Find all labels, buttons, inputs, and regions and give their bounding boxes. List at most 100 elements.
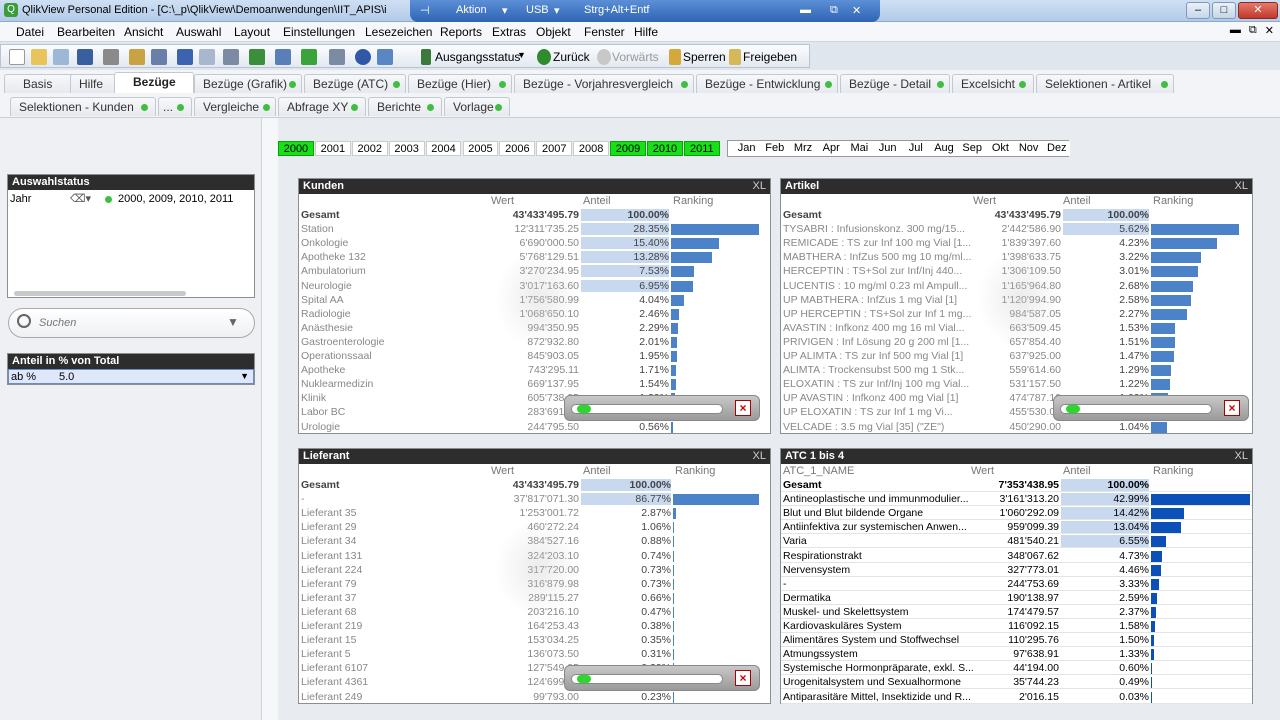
tab-bezuege-detail[interactable]: Bezüge - Detail [840,74,950,93]
table-row[interactable]: Respirationstrakt 348'067.62 4.73% [781,549,1252,563]
export-excel-icon[interactable]: XL [753,450,766,462]
lock-button[interactable]: Sperren [683,50,726,64]
table-row[interactable]: Urogenitalsystem und Sexualhormone 35'744… [781,675,1252,690]
export-excel-icon[interactable]: XL [1235,450,1248,462]
vm-close-icon[interactable]: ✕ [852,4,861,17]
kunden-col-ranking[interactable]: Ranking [673,195,713,208]
table-row[interactable]: Muskel- und Skelettsystem 174'479.57 2.37% [781,605,1252,619]
save-icon[interactable] [77,49,93,65]
vm-ctrl-alt-del-button[interactable]: Strg+Alt+Entf [584,4,649,16]
cancel-calculation-icon[interactable]: × [1224,400,1240,416]
menu-objekt[interactable]: Objekt [536,25,571,39]
tab-bezuege-atc[interactable]: Bezüge (ATC) [304,74,406,93]
eraser-icon[interactable]: ⌫▾ [70,192,91,205]
vm-restore-icon[interactable]: ⧉ [830,4,838,17]
tab-abfrage-xy[interactable]: Abfrage XY [278,97,366,116]
month-mrz[interactable]: Mrz [789,141,817,156]
table-row[interactable]: Antineoplastische und immunmodulier... 3'… [781,492,1252,507]
search-input[interactable] [39,315,219,331]
table-row[interactable]: UP ALIMTA : TS zur Inf 500 mg Vial [1] 63… [781,349,1252,363]
redo-icon[interactable] [199,49,215,65]
lieferant-col-anteil[interactable]: Anteil [583,465,611,478]
atc-col-ranking[interactable]: Ranking [1153,465,1193,478]
tab-bezuege[interactable]: Bezüge [114,72,194,93]
vm-aktion-menu[interactable]: Aktion [456,4,487,16]
edit-icon[interactable] [129,49,145,65]
kunden-col-anteil[interactable]: Anteil [583,195,611,208]
export-excel-icon[interactable]: XL [1235,180,1248,192]
menu-fenster[interactable]: Fenster [584,25,625,39]
ausgangsstatus-chevron-icon[interactable]: ▼ [517,50,526,60]
close-button[interactable]: ✕ [1238,2,1278,19]
tab-vergleiche[interactable]: Vergleiche [194,97,276,116]
table-row[interactable]: Alimentäres System und Stoffwechsel 110'2… [781,633,1252,648]
print-icon[interactable] [103,49,119,65]
ausgangsstatus-button[interactable]: Ausgangsstatus [435,50,520,64]
month-aug[interactable]: Aug [930,141,958,156]
forward-button[interactable]: Vorwärts [612,50,659,64]
context-help-icon[interactable] [377,49,393,65]
table-row[interactable]: ELOXATIN : TS zur Inf/Inj 100 mg Vial...… [781,377,1252,391]
atc-col-name[interactable]: ATC_1_NAME [783,465,854,478]
bookmark-star-icon[interactable] [301,49,317,65]
artikel-col-wert[interactable]: Wert [973,195,996,208]
menu-auswahl[interactable]: Auswahl [176,25,221,39]
vm-pin-icon[interactable]: ⊣ [420,4,430,17]
doc-restore-icon[interactable]: ⧉ [1249,24,1257,37]
table-row[interactable]: VELCADE : 3.5 mg Vial [35] ("ZE") 450'290… [781,420,1252,434]
year-2000[interactable]: 2000 [278,141,314,156]
doc-minimize-icon[interactable]: ▬ [1230,24,1241,37]
tab-hilfe[interactable]: Hilfe [70,74,116,93]
month-jun[interactable]: Jun [874,141,902,156]
artikel-col-anteil[interactable]: Anteil [1063,195,1091,208]
atc-col-anteil[interactable]: Anteil [1063,465,1091,478]
tab-berichte[interactable]: Berichte [368,97,442,116]
doc-close-icon[interactable]: ✕ [1265,24,1274,37]
table-row[interactable]: Kardiovaskuläres System 116'092.15 1.58% [781,619,1252,633]
table-row[interactable]: - 37'817'071.30 86.77% [299,492,770,506]
year-2007[interactable]: 2007 [536,141,573,156]
lieferant-total-row[interactable]: Gesamt 43'433'495.79 100.00% [299,478,770,492]
tab-selektionen-artikel[interactable]: Selektionen - Artikel [1036,74,1174,93]
table-row[interactable]: Atmungssystem 97'638.91 1.33% [781,647,1252,662]
new-document-icon[interactable] [9,49,25,65]
kunden-total-row[interactable]: Gesamt 43'433'495.79 100.00% [299,208,770,222]
month-jul[interactable]: Jul [902,141,930,156]
horizontal-scrollbar[interactable] [14,291,186,296]
tab-vorlage[interactable]: Vorlage [444,97,510,116]
table-row[interactable]: Lieferant 5 136'073.50 0.31% [299,647,770,661]
table-row[interactable]: Lieferant 219 164'253.43 0.38% [299,619,770,633]
check-icon[interactable] [249,49,265,65]
table-row[interactable]: Antiinfektiva zur systemischen Anwen... 9… [781,520,1252,535]
table-row[interactable]: Apotheke 743'295.11 1.71% [299,363,770,377]
search-icon[interactable] [223,49,239,65]
table-row[interactable]: Operationssaal 845'903.05 1.95% [299,349,770,363]
kunden-col-wert[interactable]: Wert [491,195,514,208]
vm-usb-chevron-icon[interactable]: ▾ [554,4,560,17]
month-mai[interactable]: Mai [845,141,873,156]
tab-selektionen-kunden[interactable]: Selektionen - Kunden [10,97,156,116]
lieferant-col-wert[interactable]: Wert [491,465,514,478]
menu-hilfe[interactable]: Hilfe [634,25,658,39]
table-row[interactable]: ALIMTA : Trockensubst 500 mg 1 Stk... 559… [781,363,1252,377]
menu-extras[interactable]: Extras [492,25,526,39]
lieferant-col-ranking[interactable]: Ranking [675,465,715,478]
year-2011[interactable]: 2011 [683,141,720,156]
year-2010[interactable]: 2010 [647,141,683,156]
menu-einstellungen[interactable]: Einstellungen [283,25,355,39]
open-folder-icon[interactable] [31,49,47,65]
undo-icon[interactable] [177,49,193,65]
table-row[interactable]: Systemische Hormonpräparate, exkl. S... 4… [781,661,1252,676]
cancel-calculation-icon[interactable]: × [735,400,751,416]
cancel-calculation-icon[interactable]: × [735,670,751,686]
vm-usb-menu[interactable]: USB [526,4,549,16]
menu-datei[interactable]: Datei [16,25,44,39]
anteil-dropdown[interactable]: ab % 5.0 ▼ [8,369,254,384]
artikel-col-ranking[interactable]: Ranking [1153,195,1193,208]
month-jan[interactable]: Jan [733,141,761,156]
menu-layout[interactable]: Layout [234,25,270,39]
atc-col-wert[interactable]: Wert [971,465,994,478]
search-box[interactable]: ▼ [8,308,255,338]
menu-lesezeichen[interactable]: Lesezeichen [365,25,432,39]
year-2003[interactable]: 2003 [388,141,425,156]
